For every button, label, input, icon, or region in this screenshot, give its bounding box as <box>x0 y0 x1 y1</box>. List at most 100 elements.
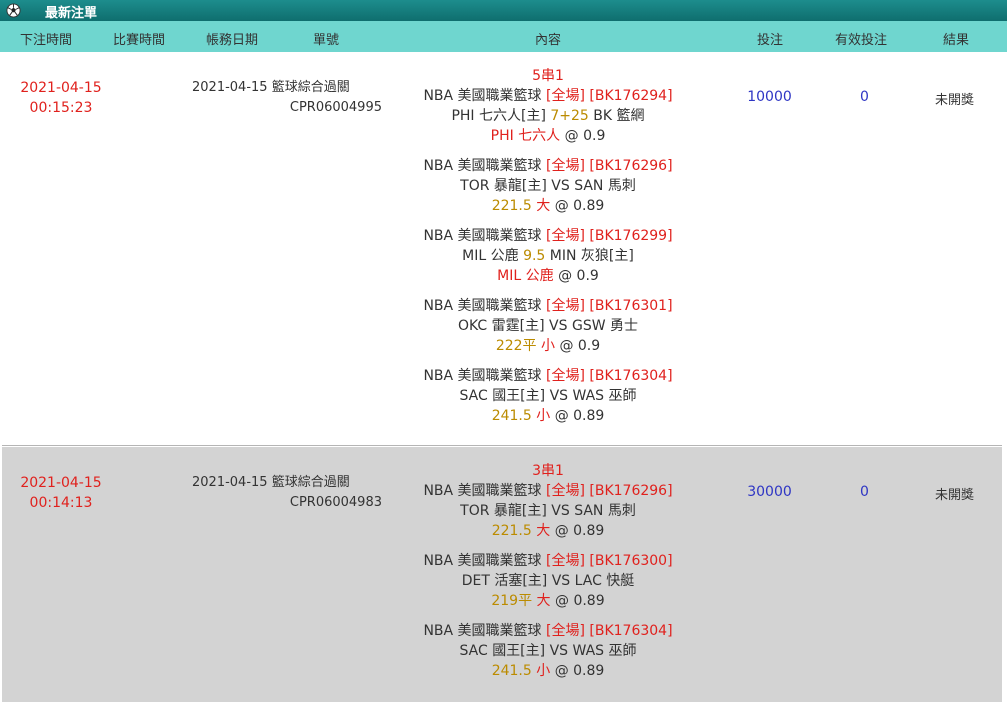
period: [全場] <box>546 553 585 569</box>
handicap: VS <box>551 178 570 194</box>
odds: @ 0.89 <box>555 593 605 609</box>
account-date: 2021-04-15 <box>192 475 268 490</box>
bet-time: 2021-04-15 00:14:13 <box>6 473 116 513</box>
league: NBA 美國職業籃球 <box>423 553 542 569</box>
bet-leg: NBA 美國職業籃球 [全場] [BK176299] MIL 公鹿 9.5 MIN… <box>348 226 748 286</box>
bet-type: 籃球綜合過關 <box>271 475 350 490</box>
bet-leg: NBA 美國職業籃球 [全場] [BK176304] SAC 國王[主] VS W… <box>348 366 748 426</box>
parlay-type: 5串1 <box>532 68 564 84</box>
col-valid-bet: 有效投注 <box>835 33 888 48</box>
odds: @ 0.9 <box>559 338 601 354</box>
match-code: [BK176304] <box>589 368 673 384</box>
odds: @ 0.89 <box>554 523 605 539</box>
bet-amount: 10000 <box>747 89 792 105</box>
account-date: 2021-04-15 <box>192 80 268 95</box>
home-team: DET 活塞[主] <box>461 573 548 589</box>
bet-leg: NBA 美國職業籃球 [全場] [BK176300] DET 活塞[主] VS L… <box>348 551 748 611</box>
pick: 241.5 <box>491 408 532 424</box>
period: [全場] <box>546 228 585 244</box>
bet-type: 籃球綜合過關 <box>271 80 350 95</box>
handicap: VS <box>549 643 569 659</box>
league: NBA 美國職業籃球 <box>423 228 542 244</box>
match-code: [BK176300] <box>589 553 673 569</box>
pick: 221.5 <box>491 198 532 214</box>
away-team: LAC 快艇 <box>574 573 635 589</box>
league: NBA 美國職業籃球 <box>423 158 542 174</box>
pick-side: 大 <box>536 523 551 539</box>
handicap: VS <box>549 318 568 334</box>
title-bar: 最新注單 <box>0 0 1007 21</box>
table-row: 2021-04-15 00:14:13 2021-04-15 籃球綜合過關 CPR06… <box>2 447 1002 702</box>
away-team: SAN 馬刺 <box>574 503 636 519</box>
col-match-time: 比賽時間 <box>113 33 166 48</box>
bet-clock: 00:15:23 <box>29 100 93 116</box>
bet-time: 2021-04-15 00:15:23 <box>6 78 116 118</box>
pick-side: 小 <box>536 663 551 679</box>
handicap: 7+25 <box>550 108 589 124</box>
home-team: SAC 國王[主] <box>459 643 546 659</box>
pick: MIL 公鹿 <box>497 268 554 284</box>
valid-bet: 0 <box>860 484 869 500</box>
result: 未開獎 <box>934 488 974 503</box>
pick-side: 小 <box>536 408 551 424</box>
match-code: [BK176294] <box>589 88 673 104</box>
period: [全場] <box>546 483 585 499</box>
period: [全場] <box>546 298 585 314</box>
away-team: SAN 馬刺 <box>574 178 636 194</box>
away-team: MIN 灰狼[主] <box>549 248 634 264</box>
handicap: VS <box>549 388 569 404</box>
pick: 219平 <box>491 593 533 609</box>
bet-date: 2021-04-15 <box>20 475 102 491</box>
home-team: TOR 暴龍[主] <box>460 178 547 194</box>
bet-leg: NBA 美國職業籃球 [全場] [BK176294] PHI 七六人[主] 7+2… <box>348 86 748 146</box>
bet-leg: NBA 美國職業籃球 [全場] [BK176304] SAC 國王[主] VS W… <box>348 621 748 681</box>
col-result: 結果 <box>943 33 970 48</box>
col-order-no: 單號 <box>313 33 340 48</box>
col-content: 內容 <box>535 33 562 48</box>
match-code: [BK176296] <box>589 158 673 174</box>
soccer-ball-icon <box>6 3 21 18</box>
table-row: 2021-04-15 00:15:23 2021-04-15 籃球綜合過關 CPR06… <box>2 52 1002 446</box>
bet-leg: NBA 美國職業籃球 [全場] [BK176296] TOR 暴龍[主] VS S… <box>348 481 748 541</box>
bet-content: 5串1 NBA 美國職業籃球 [全場] [BK176294] PHI 七六人[主] … <box>348 66 748 426</box>
home-team: PHI 七六人[主] <box>451 108 546 124</box>
home-team: MIL 公鹿 <box>462 248 519 264</box>
bet-clock: 00:14:13 <box>29 495 93 511</box>
away-team: GSW 勇士 <box>571 318 638 334</box>
pick: 222平 <box>495 338 537 354</box>
league: NBA 美國職業籃球 <box>423 483 542 499</box>
period: [全場] <box>546 368 585 384</box>
pick: 241.5 <box>491 663 532 679</box>
home-team: TOR 暴龍[主] <box>460 503 547 519</box>
bet-date: 2021-04-15 <box>20 80 102 96</box>
handicap: 9.5 <box>523 248 546 264</box>
match-code: [BK176296] <box>589 483 673 499</box>
match-code: [BK176299] <box>589 228 673 244</box>
home-team: OKC 雷霆[主] <box>458 318 545 334</box>
bet-amount: 30000 <box>747 484 792 500</box>
league: NBA 美國職業籃球 <box>423 88 542 104</box>
match-code: [BK176301] <box>589 298 673 314</box>
pick-side: 大 <box>536 593 551 609</box>
col-bet-time: 下注時間 <box>20 33 73 48</box>
parlay-type: 3串1 <box>532 463 564 479</box>
handicap: VS <box>551 573 571 589</box>
col-account-date: 帳務日期 <box>206 33 259 48</box>
pick-side: 大 <box>536 198 551 214</box>
pick: PHI 七六人 <box>490 128 561 144</box>
odds: @ 0.9 <box>558 268 599 284</box>
handicap: VS <box>551 503 570 519</box>
away-team: WAS 巫師 <box>572 643 637 659</box>
odds: @ 0.89 <box>554 198 605 214</box>
odds: @ 0.89 <box>554 408 605 424</box>
bet-leg: NBA 美國職業籃球 [全場] [BK176301] OKC 雷霆[主] VS G… <box>348 296 748 356</box>
odds: @ 0.9 <box>564 128 606 144</box>
period: [全場] <box>546 88 585 104</box>
match-code: [BK176304] <box>589 623 673 639</box>
home-team: SAC 國王[主] <box>459 388 546 404</box>
window-title: 最新注單 <box>45 6 98 21</box>
pick: 221.5 <box>491 523 532 539</box>
away-team: BK 籃網 <box>593 108 645 124</box>
bet-content: 3串1 NBA 美國職業籃球 [全場] [BK176296] TOR 暴龍[主] V… <box>348 461 748 681</box>
table-header: 下注時間 比賽時間 帳務日期 單號 內容 投注 有效投注 結果 <box>0 21 1007 52</box>
